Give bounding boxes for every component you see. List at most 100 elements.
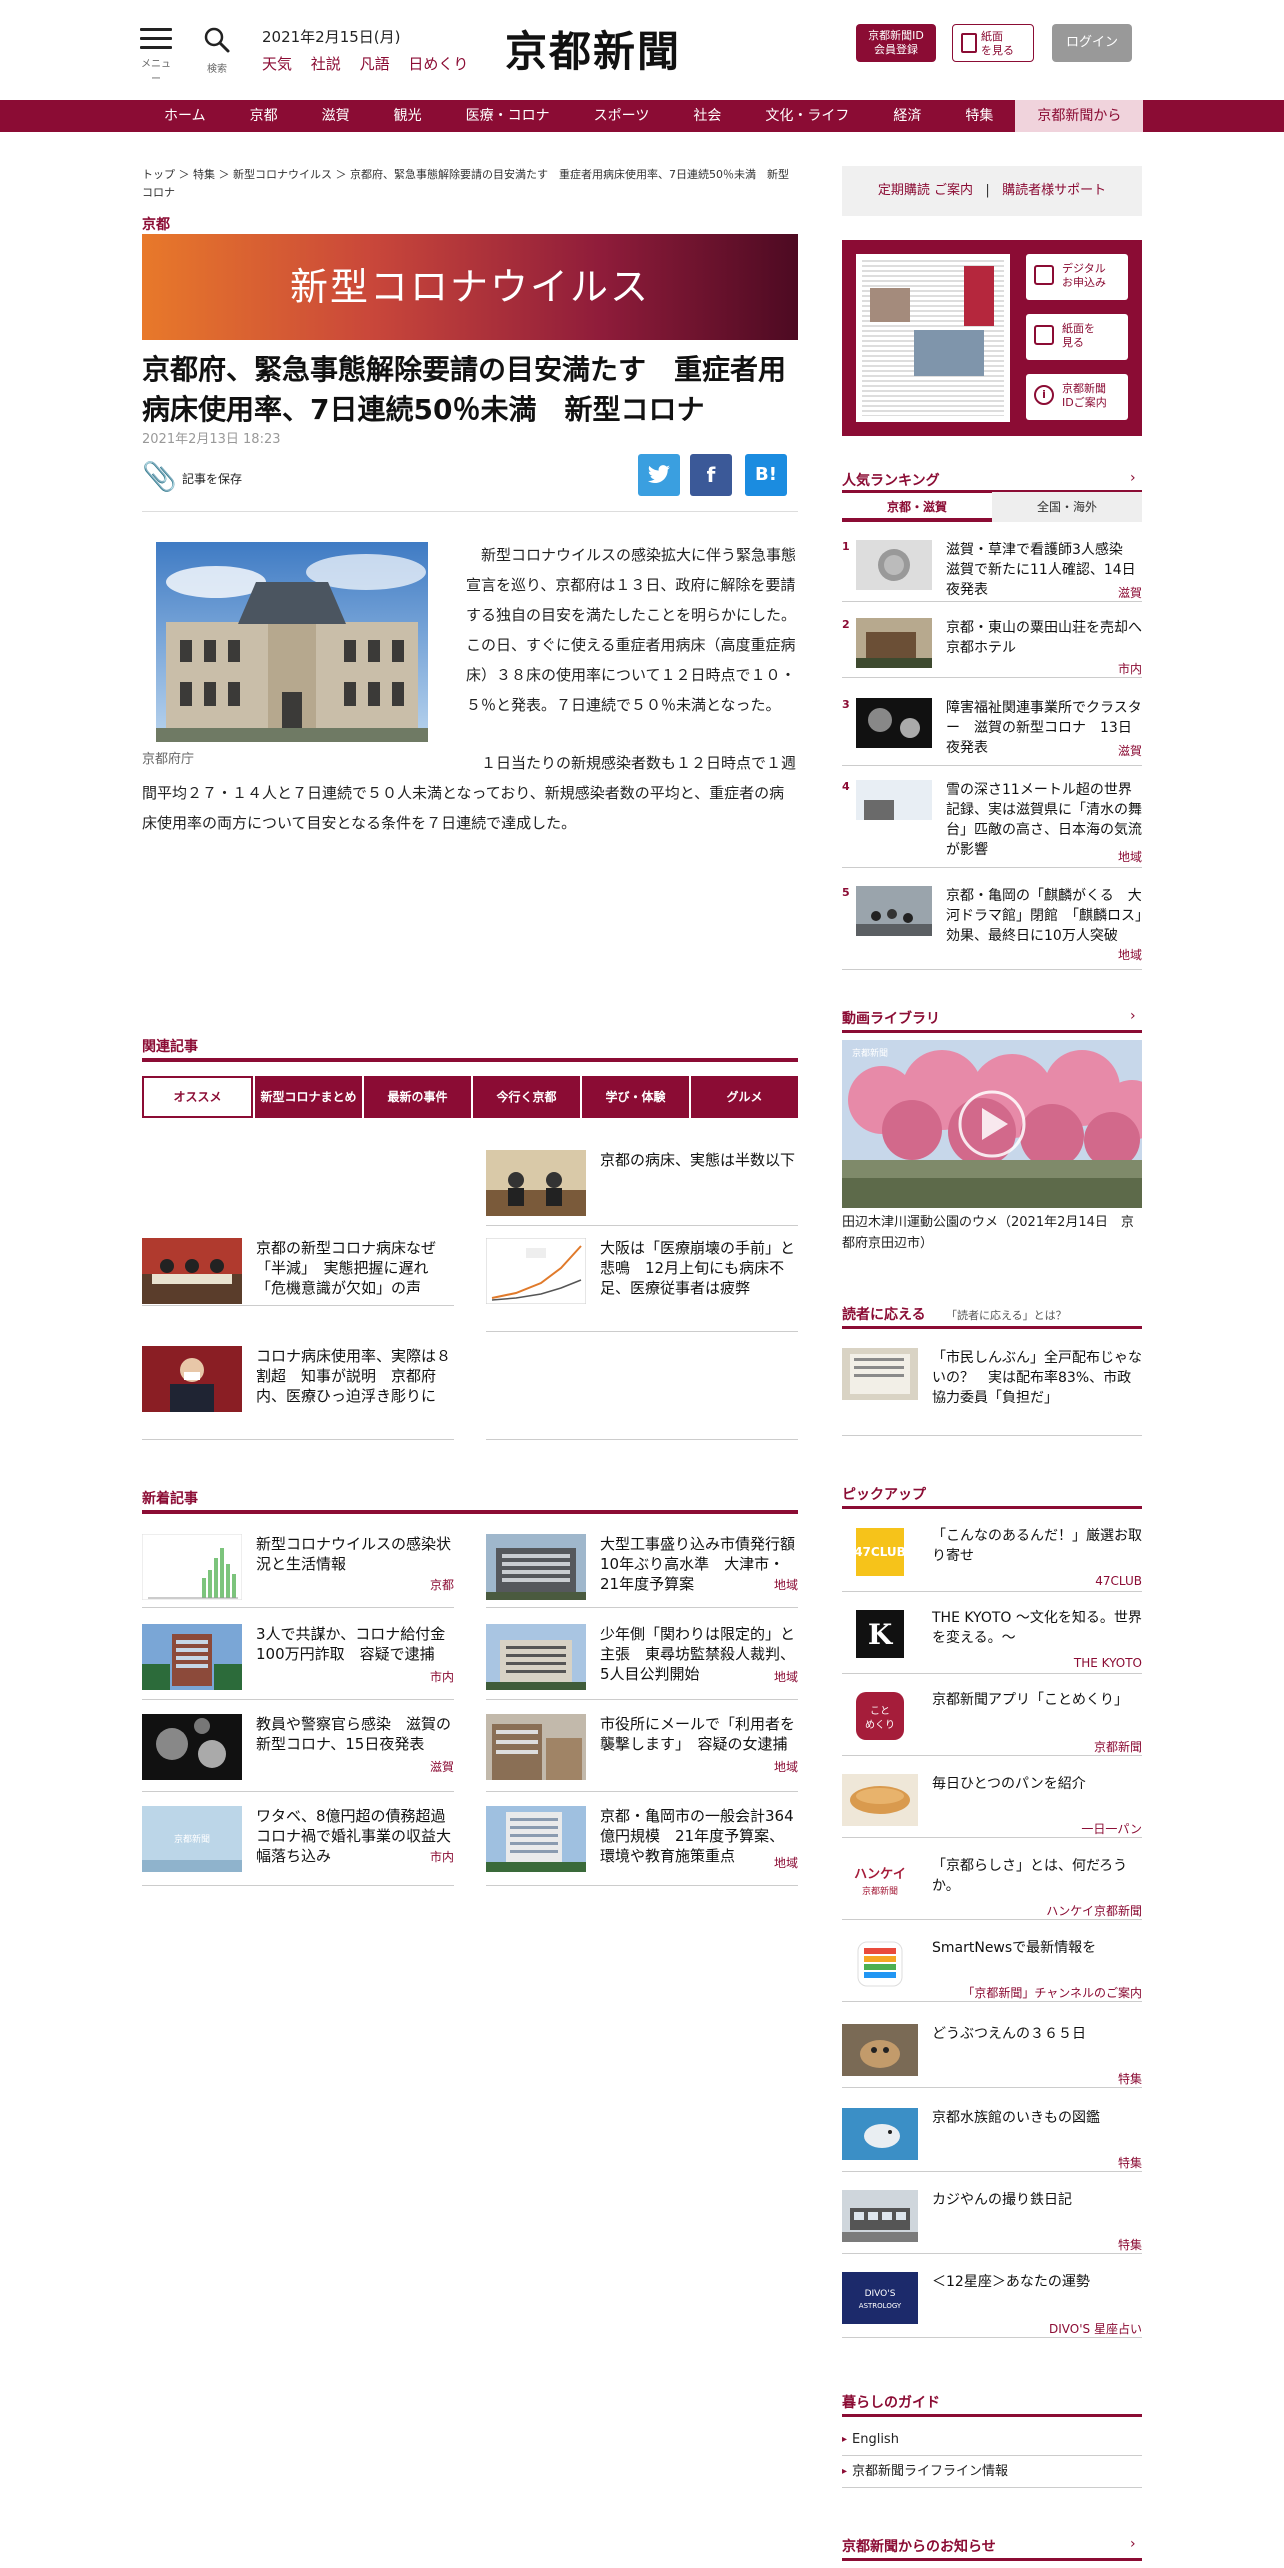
nav-economy[interactable]: 経済 (871, 100, 943, 132)
latest-article-card[interactable]: 教員や警察官ら感染 滋賀の新型コロナ、15日夜発表 滋賀 (142, 1712, 454, 1792)
search-button[interactable]: 検索 (200, 26, 234, 75)
video-player[interactable]: 京都新聞 (842, 1040, 1142, 1208)
reader-about-link[interactable]: 「読者に応える」とは？ (946, 1307, 1067, 1323)
subscriber-support-link[interactable]: 購読者様サポート (1002, 183, 1106, 198)
chevron-right-icon[interactable]: › (1130, 1008, 1136, 1024)
latest-article-tag[interactable]: 滋賀 (430, 1758, 454, 1775)
quick-link-himekuri[interactable]: 日めくり (408, 55, 468, 73)
nav-medical-corona[interactable]: 医療・コロナ (444, 100, 572, 132)
ranking-tag[interactable]: 市内 (1118, 660, 1142, 677)
ranking-item[interactable]: 5 京都・亀岡の「麒麟がくる 大河ドラマ館」閉館 「麒麟ロス」効果、最終日に10… (842, 886, 1142, 970)
latest-article-tag[interactable]: 市内 (430, 1848, 454, 1865)
pickup-item-tag[interactable]: 「京都新聞」チャンネルのご案内 (962, 1984, 1142, 2001)
paperclip-icon[interactable]: 📎 (142, 460, 177, 493)
ranking-item[interactable]: 4 雪の深さ11メートル超の世界記録、実は滋賀県に「清水の舞台」匹敵の高さ、日本… (842, 780, 1142, 868)
latest-article-card[interactable]: 新型コロナウイルスの感染状況と生活情報 京都 (142, 1532, 454, 1608)
guide-link-english[interactable]: English (842, 2424, 1142, 2456)
tab-go-kyoto-now[interactable]: 今行く京都 (473, 1076, 580, 1118)
nav-features[interactable]: 特集 (943, 100, 1015, 132)
pickup-item[interactable]: 毎日ひとつのパンを紹介 一日一パン (842, 1774, 1142, 1838)
related-article-card[interactable]: 京都の病床、実態は半数以下 (486, 1148, 798, 1226)
pickup-item[interactable]: SmartNewsで最新情報を 「京都新聞」チャンネルのご案内 (842, 1938, 1142, 2002)
tab-gourmet[interactable]: グルメ (691, 1076, 798, 1118)
id-register-button[interactable]: 京都新聞ID 会員登録 (856, 24, 936, 62)
subscription-guide-link[interactable]: 定期購読 ご案内 (878, 183, 973, 198)
pickup-item[interactable]: こと めくり 京都新聞アプリ「ことめくり」 京都新聞 (842, 1690, 1142, 1756)
pickup-item-tag[interactable]: 特集 (1118, 2236, 1142, 2253)
login-button[interactable]: ログイン (1052, 24, 1132, 62)
newspaper-front-page-image[interactable] (856, 254, 1010, 422)
latest-article-card[interactable]: 市役所にメールで「利用者を襲撃します」 容疑の女逮捕 地域 (486, 1712, 798, 1792)
pickup-item[interactable]: どうぶつえんの３６５日 特集 (842, 2024, 1142, 2088)
quick-link-bongo[interactable]: 凡語 (360, 55, 390, 73)
nav-from-kyoto-shimbun[interactable]: 京都新聞から (1015, 100, 1144, 132)
latest-article-card[interactable]: 京都・亀岡市の一般会計364億円規模 21年度予算案、環境や教育施策重点 地域 (486, 1804, 798, 1886)
nav-culture-life[interactable]: 文化・ライフ (743, 100, 871, 132)
video-caption[interactable]: 田辺木津川運動公園のウメ（2021年2月14日 京都府京田辺市） (842, 1212, 1142, 1254)
chevron-right-icon[interactable]: › (1130, 2536, 1136, 2552)
breadcrumb[interactable]: トップ ＞ 特集 ＞ 新型コロナウイルス ＞ 京都府、緊急事態解除要請の目安満た… (142, 166, 792, 202)
pickup-item-tag[interactable]: 特集 (1118, 2070, 1142, 2087)
video-library-title[interactable]: 動画ライブラリ (842, 1008, 940, 1028)
pickup-item-tag[interactable]: DIVO'S 星座占い (1049, 2320, 1142, 2337)
reader-item[interactable]: 「市民しんぶん」全戸配布じゃないの？ 実は配布率83%、市政協力委員「負担だ」 (842, 1348, 1142, 1436)
nav-shiga[interactable]: 滋賀 (300, 100, 372, 132)
article-category[interactable]: 京都 (142, 214, 170, 234)
reader-section-title[interactable]: 読者に応える (842, 1304, 926, 1324)
guide-link-lifeline[interactable]: 京都新聞ライフライン情報 (842, 2456, 1142, 2488)
latest-article-tag[interactable]: 地域 (774, 1758, 798, 1775)
latest-article-card[interactable]: 京都新聞 ワタベ、8億円超の債務超過 コロナ禍で婚礼事業の収益大幅落ち込み 市内 (142, 1804, 461, 1886)
pickup-item-tag[interactable]: ハンケイ京都新聞 (1046, 1902, 1142, 1919)
latest-article-tag[interactable]: 市内 (430, 1668, 454, 1685)
related-article-card[interactable]: 京都の新型コロナ病床なぜ「半減」 実態把握に遅れ「危機意識が欠如」の声 (142, 1236, 454, 1306)
tab-latest-incidents[interactable]: 最新の事件 (364, 1076, 471, 1118)
pickup-item[interactable]: ハンケイ 京都新聞 「京都らしさ」とは、何だろうか。 ハンケイ京都新聞 (842, 1856, 1142, 1920)
pickup-item[interactable]: K THE KYOTO ～文化を知る。世界を変える。～ THE KYOTO (842, 1608, 1142, 1674)
site-logo[interactable]: 京都新聞 (505, 18, 681, 79)
quick-link-editorial[interactable]: 社説 (311, 55, 341, 73)
ranking-item[interactable]: 3 障害福祉関連事業所でクラスター 滋賀の新型コロナ 13日夜発表 滋賀 (842, 698, 1142, 766)
menu-button[interactable]: メニュー (140, 28, 172, 85)
latest-article-tag[interactable]: 地域 (774, 1854, 798, 1871)
latest-article-card[interactable]: 大型工事盛り込み市債発行額10年ぶり高水準 大津市・21年度予算案 地域 (486, 1532, 798, 1608)
pickup-item-tag[interactable]: THE KYOTO (1074, 1656, 1142, 1670)
ranking-item[interactable]: 1 滋賀・草津で看護師3人感染 滋賀で新たに11人確認、14日夜発表 滋賀 (842, 540, 1142, 602)
view-paper-sidebar-button[interactable]: 紙面を 見る (1026, 314, 1128, 360)
notice-title[interactable]: 京都新聞からのお知らせ (842, 2536, 996, 2556)
chevron-right-icon[interactable]: › (1130, 470, 1136, 486)
pickup-item-tag[interactable]: 京都新聞 (1094, 1738, 1142, 1755)
related-article-card[interactable]: 大阪は「医療崩壊の手前」と悲鳴 12月上旬にも病床不足、医療従事者は疲弊 (486, 1236, 798, 1332)
save-article-button[interactable]: 記事を保存 (182, 470, 242, 487)
quick-link-weather[interactable]: 天気 (262, 55, 292, 73)
twitter-share-button[interactable] (638, 454, 680, 496)
ranking-tab-kyoto-shiga[interactable]: 京都・滋賀 (842, 492, 992, 522)
ranking-tag[interactable]: 地域 (1118, 848, 1142, 865)
tab-learning[interactable]: 学び・体験 (582, 1076, 689, 1118)
pickup-item[interactable]: 47CLUB 「こんなのあるんだ！」厳選お取り寄せ 47CLUB (842, 1526, 1142, 1592)
id-info-button[interactable]: i 京都新聞 IDご案内 (1026, 374, 1128, 420)
latest-article-tag[interactable]: 地域 (774, 1576, 798, 1593)
pickup-item[interactable]: DIVO'S ASTROLOGY ＜12星座＞あなたの運勢 DIVO'S 星座占い (842, 2272, 1142, 2338)
view-paper-button[interactable]: 紙面 を見る (952, 24, 1034, 62)
latest-article-tag[interactable]: 地域 (774, 1668, 798, 1685)
ranking-tab-national[interactable]: 全国・海外 (992, 492, 1142, 522)
nav-society[interactable]: 社会 (671, 100, 743, 132)
nav-sports[interactable]: スポーツ (572, 100, 672, 132)
latest-article-card[interactable]: 3人で共謀か、コロナ給付金100万円詐取 容疑で逮捕 市内 (142, 1622, 454, 1700)
nav-home[interactable]: ホーム (142, 100, 228, 132)
pickup-item[interactable]: カジやんの撮り鉄日記 特集 (842, 2190, 1142, 2254)
pickup-item-tag[interactable]: 一日一パン (1081, 1820, 1142, 1837)
related-article-card[interactable]: コロナ病床使用率、実際は８割超 知事が説明 京都府内、医療ひっ迫浮き彫りに (142, 1344, 454, 1440)
topic-banner[interactable]: 新型コロナウイルス (142, 234, 798, 340)
tab-corona-summary[interactable]: 新型コロナまとめ (255, 1076, 362, 1118)
ranking-item[interactable]: 2 京都・東山の粟田山荘を売却へ 京都ホテル 市内 (842, 618, 1156, 678)
facebook-share-button[interactable]: f (690, 454, 732, 496)
ranking-title[interactable]: 人気ランキング (842, 470, 940, 490)
nav-kyoto[interactable]: 京都 (228, 100, 300, 132)
pickup-item-tag[interactable]: 47CLUB (1095, 1574, 1142, 1588)
digital-signup-button[interactable]: デジタル お申込み (1026, 254, 1128, 300)
nav-tourism[interactable]: 観光 (372, 100, 444, 132)
tab-recommended[interactable]: オススメ (142, 1076, 253, 1118)
ranking-tag[interactable]: 滋賀 (1118, 742, 1142, 759)
ranking-tag[interactable]: 地域 (1118, 946, 1142, 963)
